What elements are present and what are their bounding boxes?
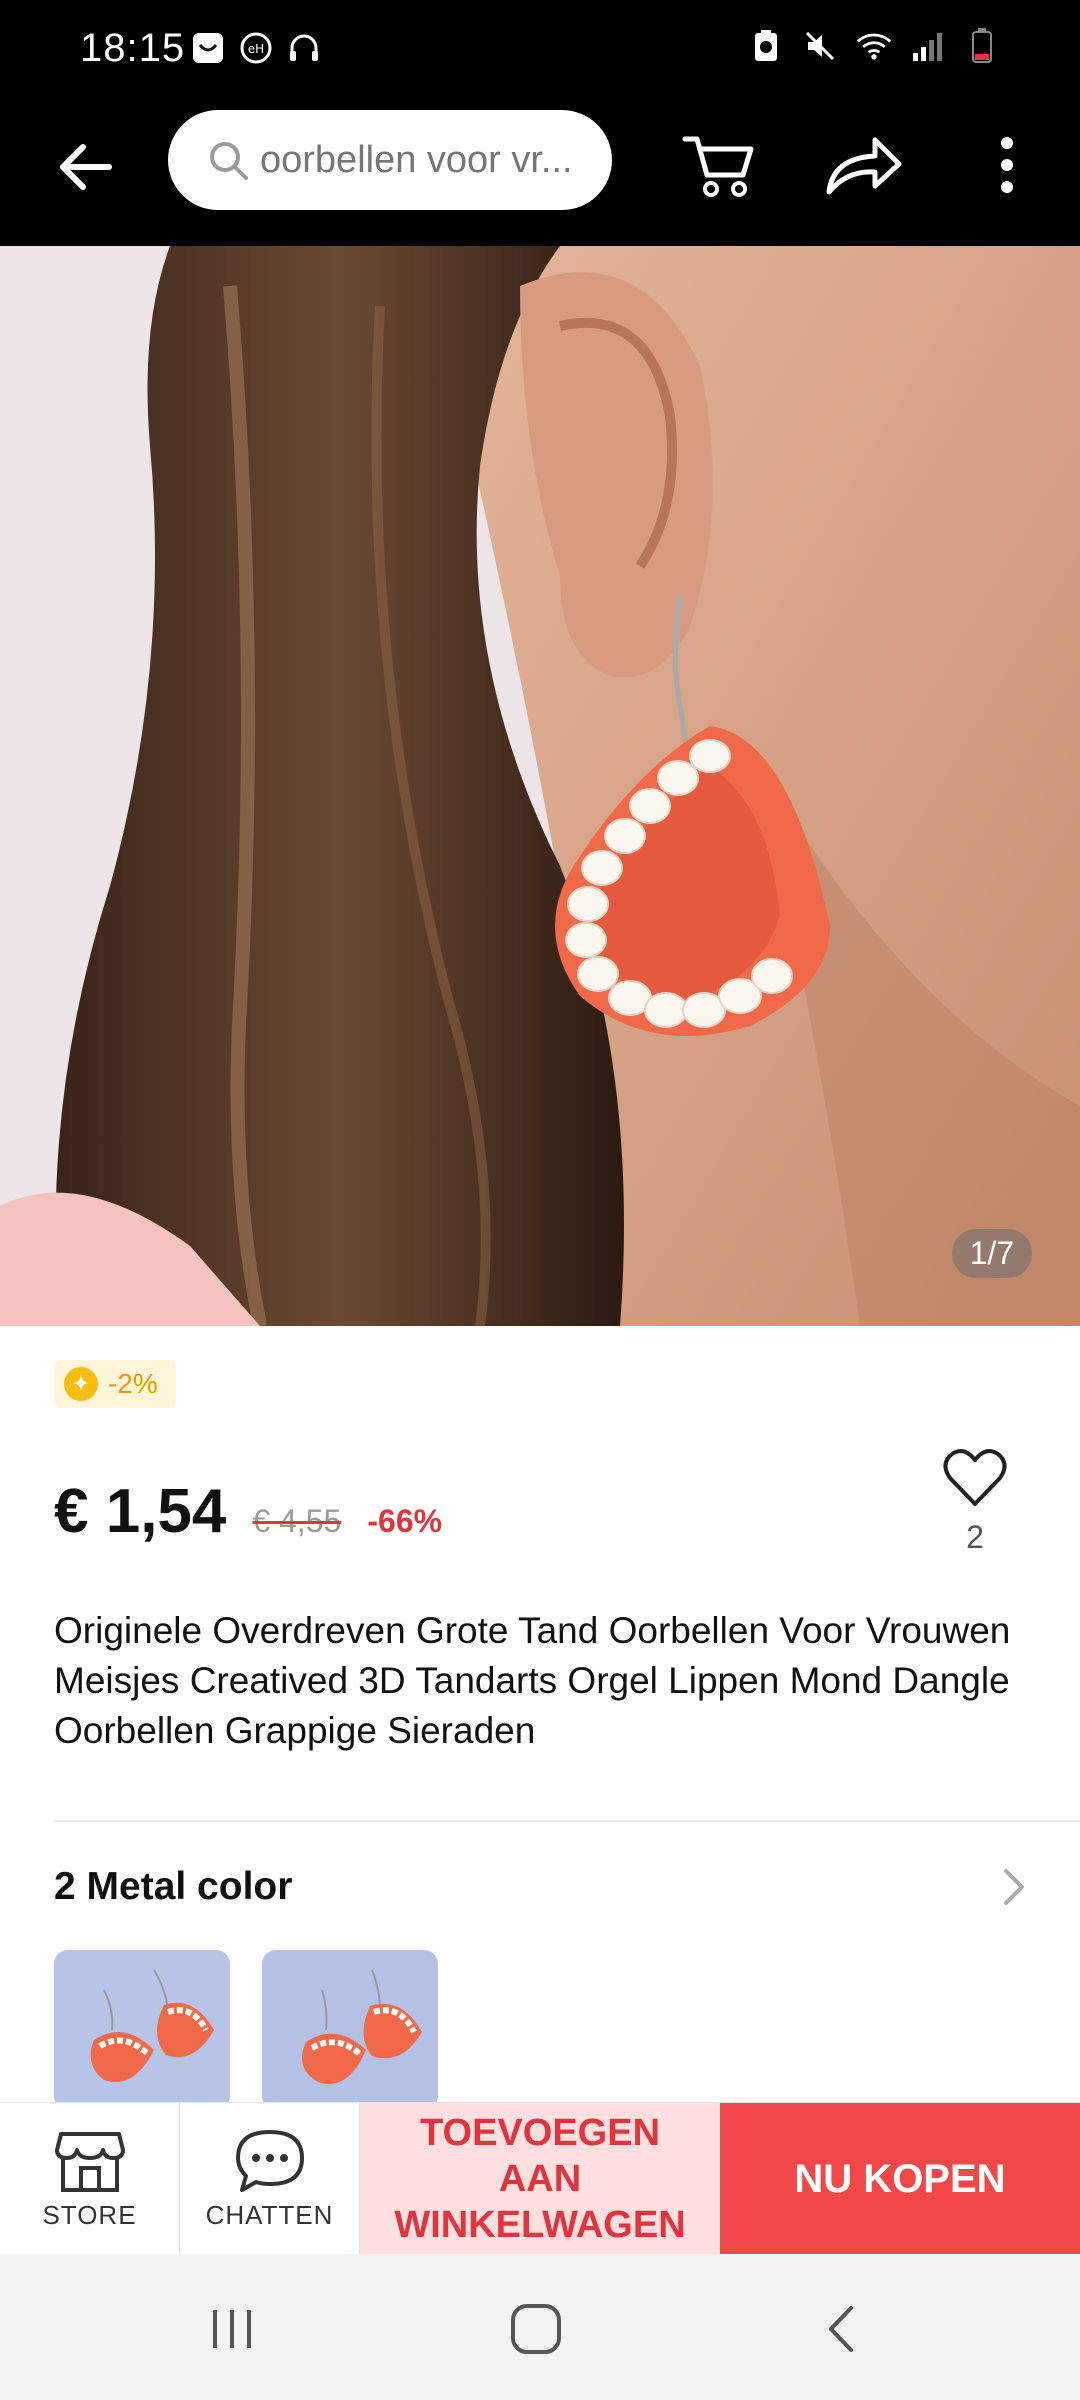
search-input[interactable] <box>260 138 600 182</box>
chevron-right-icon <box>1004 1869 1024 1905</box>
home-button[interactable] <box>496 2294 576 2364</box>
variant-thumbnail-1[interactable] <box>54 1950 230 2110</box>
variant-thumbnail-2[interactable] <box>262 1950 438 2110</box>
current-price: € 1,54 <box>54 1477 227 1546</box>
svg-text:eH: eH <box>248 42 264 56</box>
wishlist-count: 2 <box>966 1519 984 1555</box>
wifi-icon <box>856 28 892 64</box>
recent-apps-button[interactable] <box>192 2294 272 2364</box>
wishlist-button[interactable]: 2 <box>940 1448 1010 1556</box>
product-title: Originele Overdreven Grote Tand Oorbelle… <box>54 1610 1011 1751</box>
system-back-button[interactable] <box>800 2294 880 2364</box>
earring-thumbnail-image <box>262 1950 438 2110</box>
app-bar <box>0 98 1080 246</box>
chat-button[interactable]: CHATTEN <box>180 2103 360 2255</box>
product-photo <box>0 246 1080 1326</box>
earring-thumbnail-image <box>54 1950 230 2110</box>
buy-now-button[interactable]: NU KOPEN <box>720 2103 1080 2255</box>
product-image-carousel[interactable]: 1/7 <box>0 246 1080 1326</box>
status-time: 18:15 <box>80 26 186 70</box>
store-button[interactable]: STORE <box>0 2103 180 2255</box>
store-icon <box>54 2131 125 2192</box>
discount-percent: -66% <box>367 1503 443 1539</box>
chat-label: CHATTEN <box>205 2199 334 2230</box>
original-price: € 4,55 <box>252 1503 342 1539</box>
variant-selector-header[interactable]: 2 Metal color <box>54 1862 1026 1912</box>
chevron-left-icon <box>829 2306 853 2352</box>
back-arrow-icon <box>60 144 112 190</box>
cart-button[interactable] <box>676 122 762 208</box>
variant-thumbnails <box>54 1950 438 2110</box>
add-to-cart-button[interactable]: TOEVOEGEN AAN WINKELWAGEN <box>360 2103 720 2255</box>
status-bar: 18:15 eH <box>0 0 1080 98</box>
variant-title: 2 Metal color <box>54 1865 293 1908</box>
image-counter: 1/7 <box>951 1229 1032 1278</box>
store-label: STORE <box>42 2199 137 2230</box>
share-arrow-icon <box>826 137 902 195</box>
system-navigation-bar <box>0 2254 1080 2400</box>
coin-discount-text: -2% <box>108 1368 158 1399</box>
more-vertical-icon <box>1001 137 1013 193</box>
battery-saver-icon <box>748 28 784 64</box>
search-box[interactable] <box>168 110 612 210</box>
headphones-icon <box>286 30 322 66</box>
share-button[interactable] <box>820 122 906 208</box>
section-divider <box>54 1820 1080 1822</box>
heart-icon <box>943 1449 1007 1506</box>
status-right-icons <box>748 28 1000 64</box>
coin-icon: ✦ <box>64 1367 98 1401</box>
price-row: € 1,54 € 4,55 -66% <box>54 1476 442 1547</box>
battery-low-icon <box>964 28 1000 64</box>
chat-bubble-icon <box>235 2129 304 2192</box>
status-left-icons: eH <box>190 30 322 66</box>
back-button[interactable] <box>50 132 120 202</box>
mute-icon <box>802 28 838 64</box>
home-icon <box>511 2304 561 2354</box>
coin-discount-badge: ✦ -2% <box>54 1360 176 1408</box>
recent-apps-icon <box>213 2310 251 2348</box>
app-notification-icon: eH <box>238 30 274 66</box>
bottom-action-bar: STORE CHATTEN TOEVOEGEN AAN WINKELWAGEN … <box>0 2102 1080 2255</box>
search-icon <box>210 142 248 180</box>
cart-icon <box>682 136 754 197</box>
signal-icon <box>910 28 946 64</box>
more-options-button[interactable] <box>964 122 1050 208</box>
shop-notification-icon <box>190 30 226 66</box>
